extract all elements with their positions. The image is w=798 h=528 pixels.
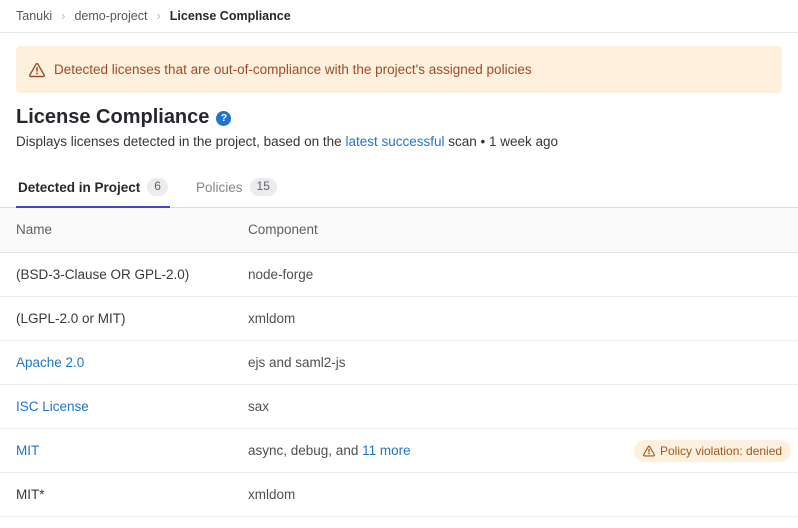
table-row: Apache 2.0 ejs and saml2-js <box>0 341 798 385</box>
component-text: xmldom <box>248 487 295 502</box>
tab-label: Policies <box>196 180 243 195</box>
component-text: node-forge <box>248 267 313 282</box>
component-text: xmldom <box>248 311 295 326</box>
tab-bar: Detected in Project 6 Policies 15 <box>0 169 798 208</box>
table-row: ISC License sax <box>0 385 798 429</box>
tab-label: Detected in Project <box>18 180 140 195</box>
license-name[interactable]: MIT <box>16 443 39 458</box>
subtitle-text: Displays licenses detected in the projec… <box>16 134 345 149</box>
component-more-link[interactable]: 11 more <box>362 443 411 458</box>
column-header-name: Name <box>0 208 232 253</box>
license-table: Name Component (BSD-3-Clause OR GPL-2.0)… <box>0 208 798 517</box>
policy-violation-badge: Policy violation: denied <box>634 440 791 462</box>
table-row: (LGPL-2.0 or MIT) xmldom <box>0 297 798 341</box>
page-title-row: License Compliance? <box>16 105 782 129</box>
warning-triangle-icon <box>29 62 45 78</box>
badge-label: Policy violation: denied <box>660 444 782 458</box>
latest-successful-scan-link[interactable]: latest successful <box>345 134 444 149</box>
alert-message: Detected licenses that are out-of-compli… <box>54 62 532 77</box>
tab-detected-in-project[interactable]: Detected in Project 6 <box>16 169 170 207</box>
license-name[interactable]: ISC License <box>16 399 89 414</box>
subtitle-timestamp: scan • 1 week ago <box>445 134 559 149</box>
table-body: (BSD-3-Clause OR GPL-2.0) node-forge (LG… <box>0 253 798 517</box>
breadcrumb-item-current[interactable]: License Compliance <box>170 9 291 23</box>
tab-policies[interactable]: Policies 15 <box>194 169 279 207</box>
license-name: (BSD-3-Clause OR GPL-2.0) <box>16 267 189 282</box>
component-text: sax <box>248 399 269 414</box>
help-icon[interactable]: ? <box>216 111 231 126</box>
table-header-row: Name Component <box>0 208 798 253</box>
breadcrumb: Tanuki › demo-project › License Compliance <box>0 0 798 33</box>
table-row: (BSD-3-Clause OR GPL-2.0) node-forge <box>0 253 798 297</box>
breadcrumb-item-project[interactable]: demo-project <box>74 9 147 23</box>
table-row: MIT async, debug, and 11 more Policy vio… <box>0 429 798 473</box>
tab-count-badge: 15 <box>250 178 277 196</box>
license-name[interactable]: Apache 2.0 <box>16 355 84 370</box>
license-name: MIT* <box>16 487 45 502</box>
column-header-status <box>618 208 798 253</box>
warning-alert: Detected licenses that are out-of-compli… <box>16 46 782 93</box>
page-subtitle: Displays licenses detected in the projec… <box>16 133 782 151</box>
warning-triangle-icon <box>643 445 655 457</box>
chevron-separator-icon: › <box>61 9 65 24</box>
tab-count-badge: 6 <box>147 178 168 196</box>
chevron-separator-icon: › <box>156 9 160 24</box>
breadcrumb-item-group[interactable]: Tanuki <box>16 9 52 23</box>
component-text: async, debug, and <box>248 443 362 458</box>
column-header-component: Component <box>232 208 618 253</box>
component-text: ejs and saml2-js <box>248 355 346 370</box>
license-name: (LGPL-2.0 or MIT) <box>16 311 126 326</box>
table-row: MIT* xmldom <box>0 473 798 517</box>
page-title: License Compliance <box>16 106 209 129</box>
